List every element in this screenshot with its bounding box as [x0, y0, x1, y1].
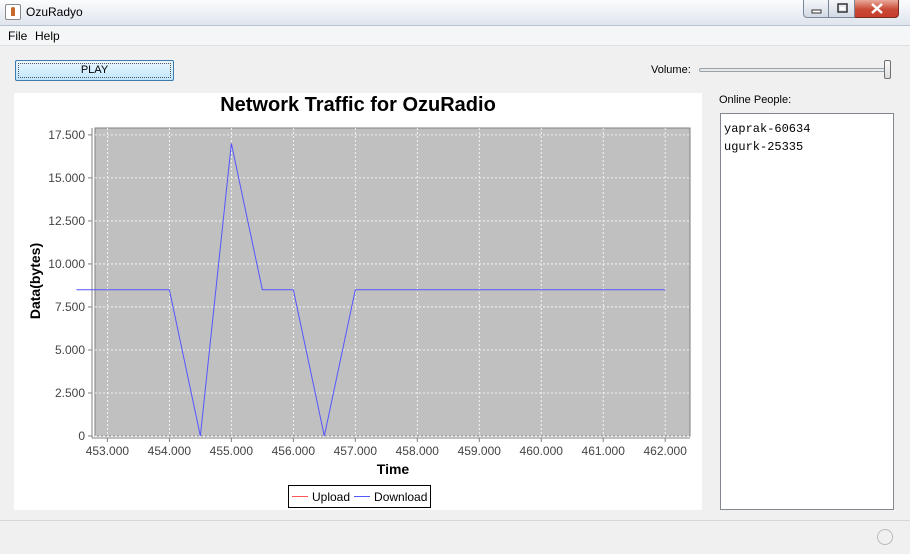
focus-ring: [18, 63, 171, 78]
online-people-list[interactable]: yaprak-60634 ugurk-25335: [720, 113, 894, 510]
minimize-button[interactable]: [803, 0, 829, 18]
online-people-label: Online People:: [719, 94, 792, 106]
legend-download-swatch: [354, 496, 371, 497]
network-traffic-chart: 453.000 454.000 455.000 456.000 457.000 458.0…: [14, 93, 702, 510]
minimize-icon: [811, 9, 822, 14]
y-tick-label: 12.500: [48, 214, 85, 228]
x-tick-label: 455.000: [210, 444, 254, 458]
y-tick-label: 15.000: [48, 171, 85, 185]
close-button[interactable]: [855, 0, 899, 18]
plot-area: [94, 127, 691, 437]
person-item[interactable]: ugurk-25335: [724, 138, 890, 156]
legend-upload-label: Upload: [312, 489, 351, 504]
chart-plot-svg: 453.000 454.000 455.000 456.000 457.000 458.0…: [48, 127, 691, 458]
legend-upload: Upload: [292, 490, 350, 504]
y-axis-title: Data(bytes): [27, 242, 43, 320]
x-tick-label: 459.000: [458, 444, 502, 458]
maximize-button[interactable]: [829, 0, 855, 18]
java-app-icon: [5, 4, 21, 20]
status-bar: [0, 520, 910, 554]
x-tick-label: 462.000: [644, 444, 688, 458]
x-tick-label: 456.000: [272, 444, 316, 458]
x-tick-label: 461.000: [582, 444, 626, 458]
menu-bar: File Help: [0, 26, 910, 46]
legend-download-label: Download: [374, 489, 428, 504]
menu-help[interactable]: Help: [35, 29, 60, 43]
x-tick-label: 458.000: [396, 444, 440, 458]
chart-legend: Upload Download: [288, 485, 432, 508]
chart-title: Network Traffic for OzuRadio: [220, 94, 496, 116]
menu-file[interactable]: File: [8, 29, 27, 43]
legend-upload-swatch: [292, 496, 308, 497]
volume-slider-thumb[interactable]: [884, 60, 891, 79]
x-tick-label: 453.000: [86, 444, 130, 458]
y-tick-label: 7.500: [55, 300, 85, 314]
window-titlebar: OzuRadyo: [0, 0, 910, 26]
window-title: OzuRadyo: [26, 5, 83, 19]
y-tick-label: 2.500: [55, 386, 85, 400]
y-tick-label: 5.000: [55, 343, 85, 357]
close-icon: [871, 3, 883, 14]
x-tick-label: 460.000: [520, 444, 564, 458]
x-tick-label: 454.000: [148, 444, 192, 458]
restore-icon: [837, 3, 848, 13]
volume-label: Volume:: [651, 64, 691, 76]
play-button[interactable]: PLAY: [15, 60, 174, 81]
x-axis-title: Time: [376, 461, 410, 477]
legend-download: Download: [354, 490, 427, 504]
person-item[interactable]: yaprak-60634: [724, 120, 890, 138]
y-tick-label: 0: [78, 429, 85, 443]
x-tick-label: 457.000: [334, 444, 378, 458]
busy-indicator-icon: [877, 529, 893, 545]
volume-slider-track[interactable]: [699, 68, 887, 72]
y-tick-label: 17.500: [48, 128, 85, 142]
y-tick-label: 10.000: [48, 257, 85, 271]
